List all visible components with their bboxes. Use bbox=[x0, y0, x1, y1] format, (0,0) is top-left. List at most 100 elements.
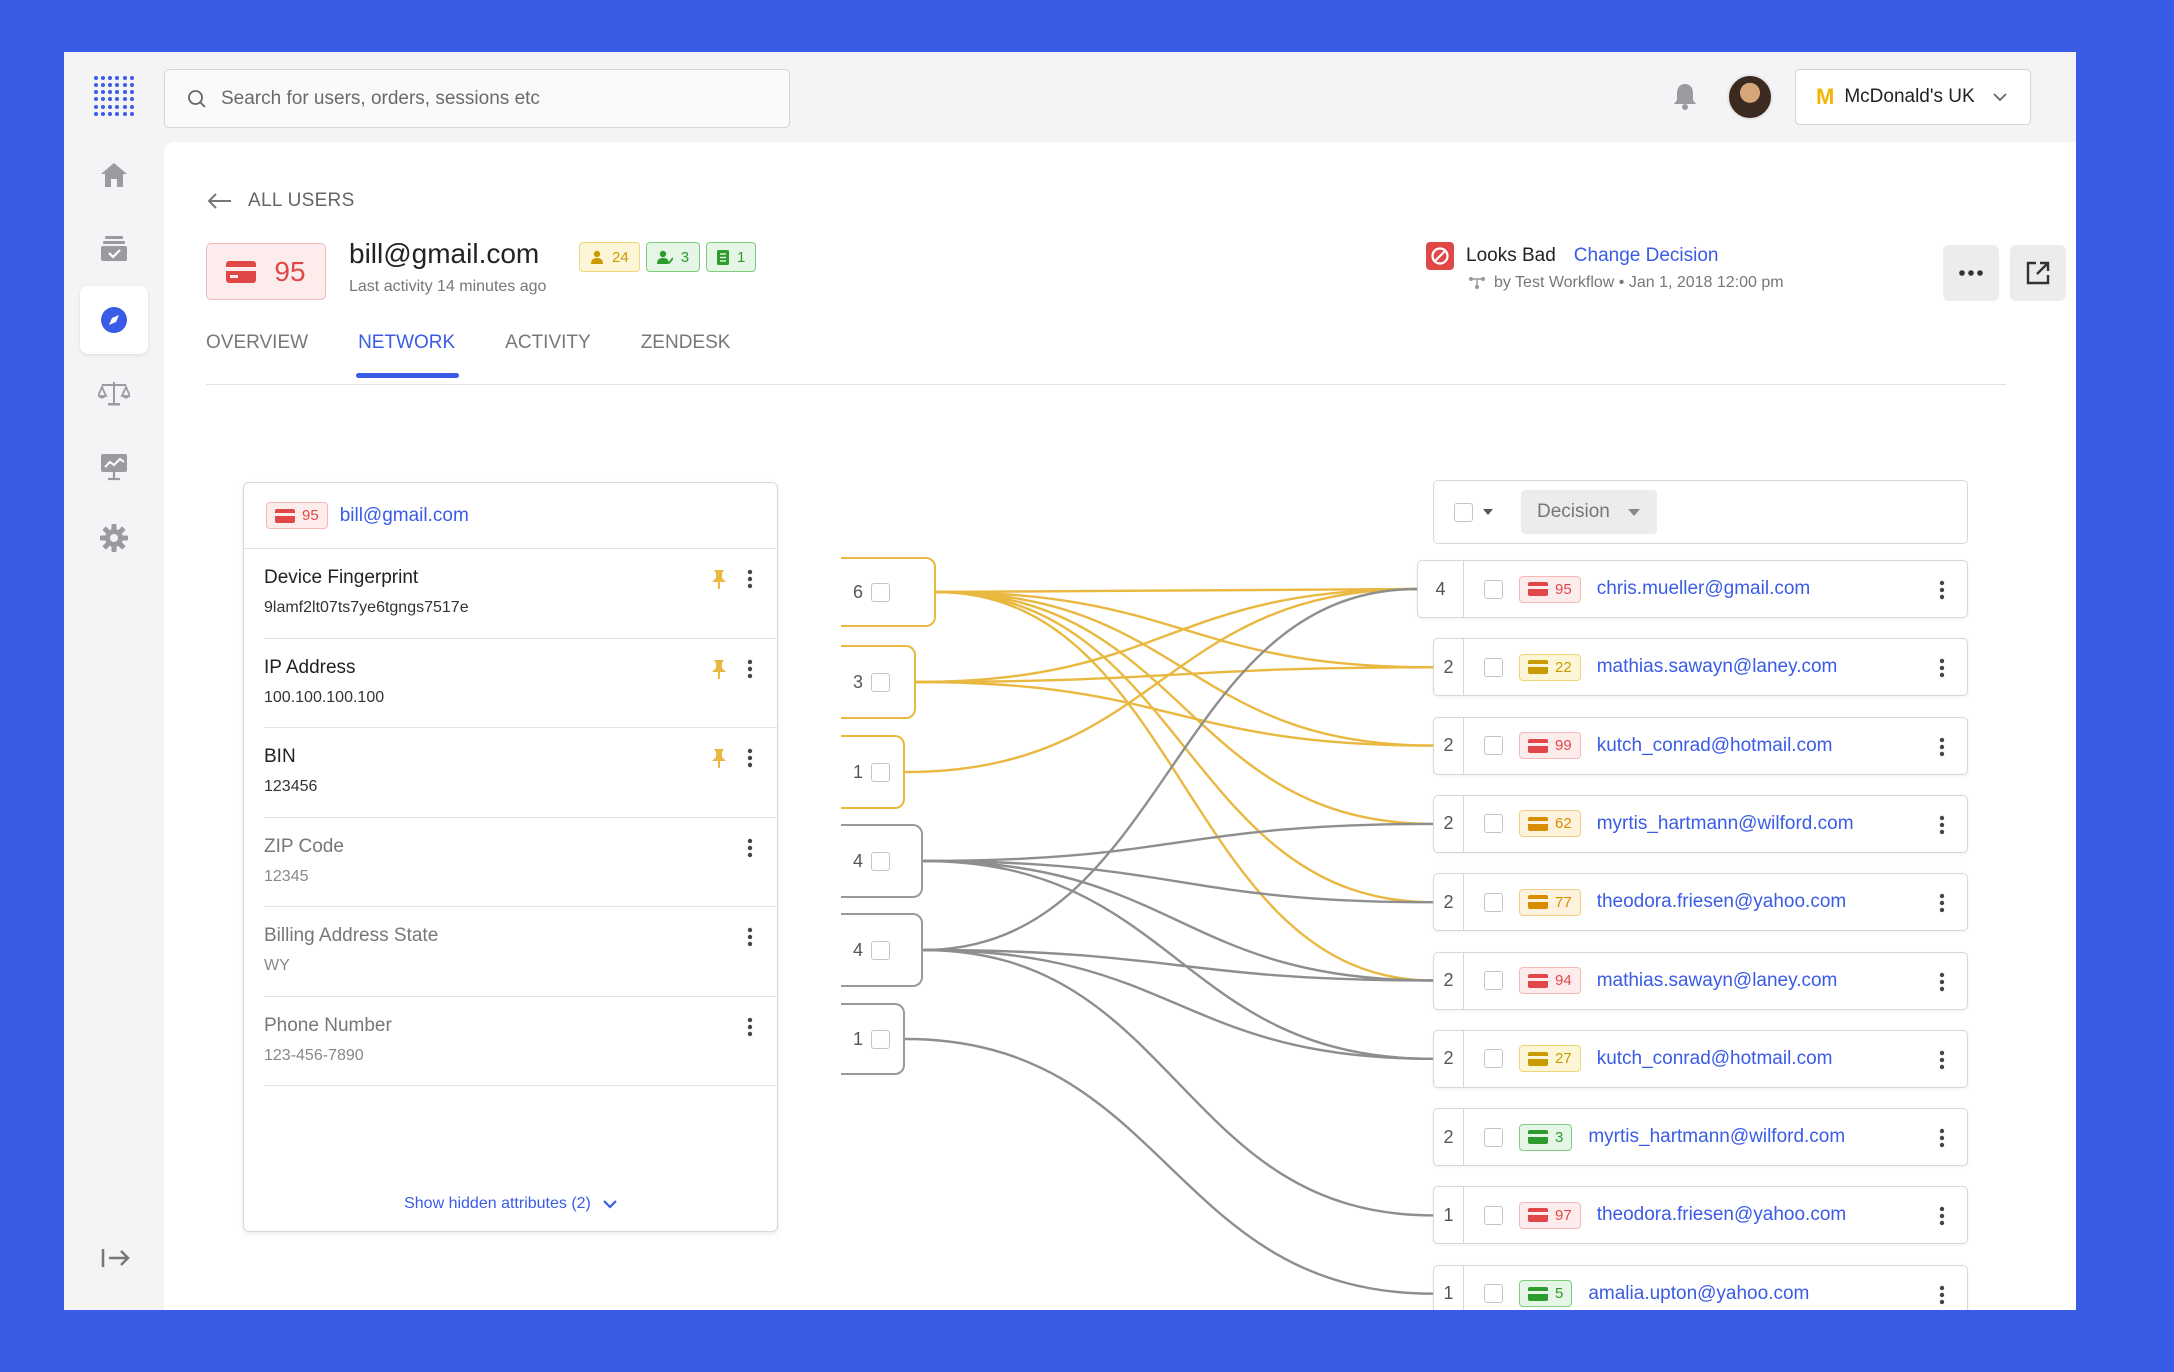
more-actions-button[interactable] bbox=[1943, 245, 1999, 301]
row-checkbox[interactable] bbox=[1484, 579, 1503, 599]
root-user-email[interactable]: bill@gmail.com bbox=[340, 505, 469, 527]
tab-activity[interactable]: ACTIVITY bbox=[505, 332, 591, 378]
row-checkbox[interactable] bbox=[1484, 1284, 1503, 1304]
show-hidden-attributes-button[interactable]: Show hidden attributes (2) bbox=[244, 1195, 777, 1213]
linked-user-row[interactable]: 2 94 mathias.sawayn@laney.com bbox=[1433, 951, 1968, 1010]
attribute-row[interactable]: IP Address 100.100.100.100 bbox=[264, 639, 777, 728]
sidebar-item-orders[interactable] bbox=[80, 214, 148, 282]
sidebar-item-explore[interactable] bbox=[80, 286, 148, 354]
sidebar-item-home[interactable] bbox=[80, 141, 148, 209]
row-checkbox[interactable] bbox=[1484, 1205, 1503, 1225]
tab-overview[interactable]: OVERVIEW bbox=[206, 332, 308, 378]
row-checkbox[interactable] bbox=[1484, 814, 1503, 834]
bell-icon[interactable] bbox=[1672, 81, 1698, 111]
app-logo[interactable] bbox=[94, 76, 134, 116]
pin-icon[interactable] bbox=[711, 659, 727, 679]
linked-user-email[interactable]: kutch_conrad@hotmail.com bbox=[1597, 1048, 1833, 1070]
attribute-row[interactable]: ZIP Code 12345 bbox=[264, 818, 777, 907]
checkbox[interactable] bbox=[871, 940, 891, 960]
sidebar-item-settings[interactable] bbox=[80, 504, 148, 572]
pin-icon[interactable] bbox=[711, 748, 727, 768]
linked-user-email[interactable]: theodora.friesen@yahoo.com bbox=[1597, 1204, 1847, 1226]
attr-count-tab[interactable]: 3 bbox=[841, 645, 916, 719]
more-vertical-icon[interactable] bbox=[747, 569, 753, 589]
more-vertical-icon[interactable] bbox=[1939, 1206, 1945, 1226]
avatar[interactable] bbox=[1727, 74, 1773, 120]
connection-line bbox=[935, 590, 1434, 826]
more-vertical-icon[interactable] bbox=[1939, 1050, 1945, 1070]
more-vertical-icon[interactable] bbox=[747, 927, 753, 947]
linked-user-email[interactable]: theodora.friesen@yahoo.com bbox=[1597, 891, 1847, 913]
more-vertical-icon[interactable] bbox=[747, 659, 753, 679]
row-checkbox[interactable] bbox=[1484, 736, 1503, 756]
attribute-row[interactable]: Phone Number 123-456-7890 bbox=[264, 997, 777, 1086]
more-vertical-icon[interactable] bbox=[1939, 580, 1945, 600]
linked-user-email[interactable]: myrtis_hartmann@wilford.com bbox=[1588, 1126, 1845, 1148]
linked-user-row[interactable]: 2 99 kutch_conrad@hotmail.com bbox=[1433, 716, 1968, 775]
linked-user-row[interactable]: 4 95 chris.mueller@gmail.com bbox=[1417, 560, 1968, 618]
linked-user-row[interactable]: 2 77 theodora.friesen@yahoo.com bbox=[1433, 873, 1968, 932]
attr-count-tab[interactable]: 1 bbox=[841, 735, 905, 809]
sidebar-item-decisions[interactable] bbox=[80, 359, 148, 427]
linked-users-chip[interactable]: 24 bbox=[579, 242, 640, 272]
attr-count-tab[interactable]: 4 bbox=[841, 913, 923, 987]
linked-user-row[interactable]: 2 62 myrtis_hartmann@wilford.com bbox=[1433, 794, 1968, 853]
documents-chip[interactable]: 1 bbox=[706, 242, 757, 272]
checkbox[interactable] bbox=[871, 851, 891, 871]
checkbox[interactable] bbox=[871, 1029, 891, 1049]
linked-user-email[interactable]: mathias.sawayn@laney.com bbox=[1597, 970, 1838, 992]
attr-count-tab[interactable]: 1 bbox=[841, 1003, 905, 1075]
caret-down-icon[interactable] bbox=[1483, 509, 1493, 515]
back-link[interactable]: ALL USERS bbox=[206, 190, 355, 212]
more-vertical-icon[interactable] bbox=[1939, 972, 1945, 992]
select-all-checkbox[interactable] bbox=[1454, 502, 1473, 522]
more-vertical-icon[interactable] bbox=[747, 838, 753, 858]
search-bar[interactable] bbox=[164, 69, 790, 128]
logout-icon[interactable] bbox=[100, 1246, 132, 1270]
linked-user-email[interactable]: myrtis_hartmann@wilford.com bbox=[1597, 813, 1854, 835]
row-checkbox[interactable] bbox=[1484, 1049, 1503, 1069]
more-vertical-icon[interactable] bbox=[747, 1017, 753, 1037]
row-checkbox[interactable] bbox=[1484, 892, 1503, 912]
linked-user-row[interactable]: 2 27 kutch_conrad@hotmail.com bbox=[1433, 1029, 1968, 1088]
attribute-row[interactable]: BIN 123456 bbox=[264, 728, 777, 818]
row-checkbox[interactable] bbox=[1484, 971, 1503, 990]
attribute-row[interactable]: Device Fingerprint 9lamf2lt07ts7ye6tgngs… bbox=[264, 549, 777, 639]
linked-user-row[interactable]: 2 3 myrtis_hartmann@wilford.com bbox=[1433, 1108, 1968, 1167]
open-external-button[interactable] bbox=[2010, 245, 2066, 301]
tab-zendesk[interactable]: ZENDESK bbox=[641, 332, 731, 378]
pin-icon[interactable] bbox=[711, 569, 727, 589]
link-count: 2 bbox=[1434, 1109, 1464, 1166]
row-checkbox[interactable] bbox=[1484, 1127, 1503, 1147]
row-checkbox[interactable] bbox=[1484, 657, 1503, 677]
linked-user-row[interactable]: 1 97 theodora.friesen@yahoo.com bbox=[1433, 1186, 1968, 1245]
org-selector[interactable]: M McDonald's UK bbox=[1795, 69, 2031, 125]
more-vertical-icon[interactable] bbox=[1939, 658, 1945, 678]
more-vertical-icon[interactable] bbox=[1939, 1285, 1945, 1305]
decision-filter[interactable]: Decision bbox=[1521, 490, 1657, 534]
linked-user-row[interactable]: 1 5 amalia.upton@yahoo.com bbox=[1433, 1264, 1968, 1310]
checkbox[interactable] bbox=[871, 582, 891, 602]
score-value: 77 bbox=[1555, 893, 1572, 911]
more-vertical-icon[interactable] bbox=[1939, 893, 1945, 913]
more-vertical-icon[interactable] bbox=[1939, 815, 1945, 835]
attr-count-tab[interactable]: 6 bbox=[841, 557, 936, 627]
linked-user-email[interactable]: amalia.upton@yahoo.com bbox=[1588, 1283, 1809, 1305]
trusted-users-chip[interactable]: 3 bbox=[645, 242, 701, 272]
attr-count-tab[interactable]: 4 bbox=[841, 824, 923, 898]
linked-user-email[interactable]: chris.mueller@gmail.com bbox=[1597, 578, 1811, 600]
linked-user-email[interactable]: mathias.sawayn@laney.com bbox=[1597, 656, 1838, 678]
change-decision-link[interactable]: Change Decision bbox=[1574, 245, 1719, 267]
linked-user-email[interactable]: kutch_conrad@hotmail.com bbox=[1597, 735, 1833, 757]
credit-card-icon bbox=[1528, 973, 1548, 988]
linked-user-row[interactable]: 2 22 mathias.sawayn@laney.com bbox=[1433, 638, 1968, 697]
more-vertical-icon[interactable] bbox=[1939, 1128, 1945, 1148]
attribute-row[interactable]: Billing Address State WY bbox=[264, 907, 777, 997]
more-vertical-icon[interactable] bbox=[1939, 737, 1945, 757]
search-input[interactable] bbox=[221, 87, 781, 110]
checkbox[interactable] bbox=[871, 672, 891, 692]
checkbox[interactable] bbox=[871, 762, 891, 782]
tab-network[interactable]: NETWORK bbox=[356, 332, 460, 378]
more-vertical-icon[interactable] bbox=[747, 748, 753, 768]
sidebar-item-reports[interactable] bbox=[80, 432, 148, 500]
